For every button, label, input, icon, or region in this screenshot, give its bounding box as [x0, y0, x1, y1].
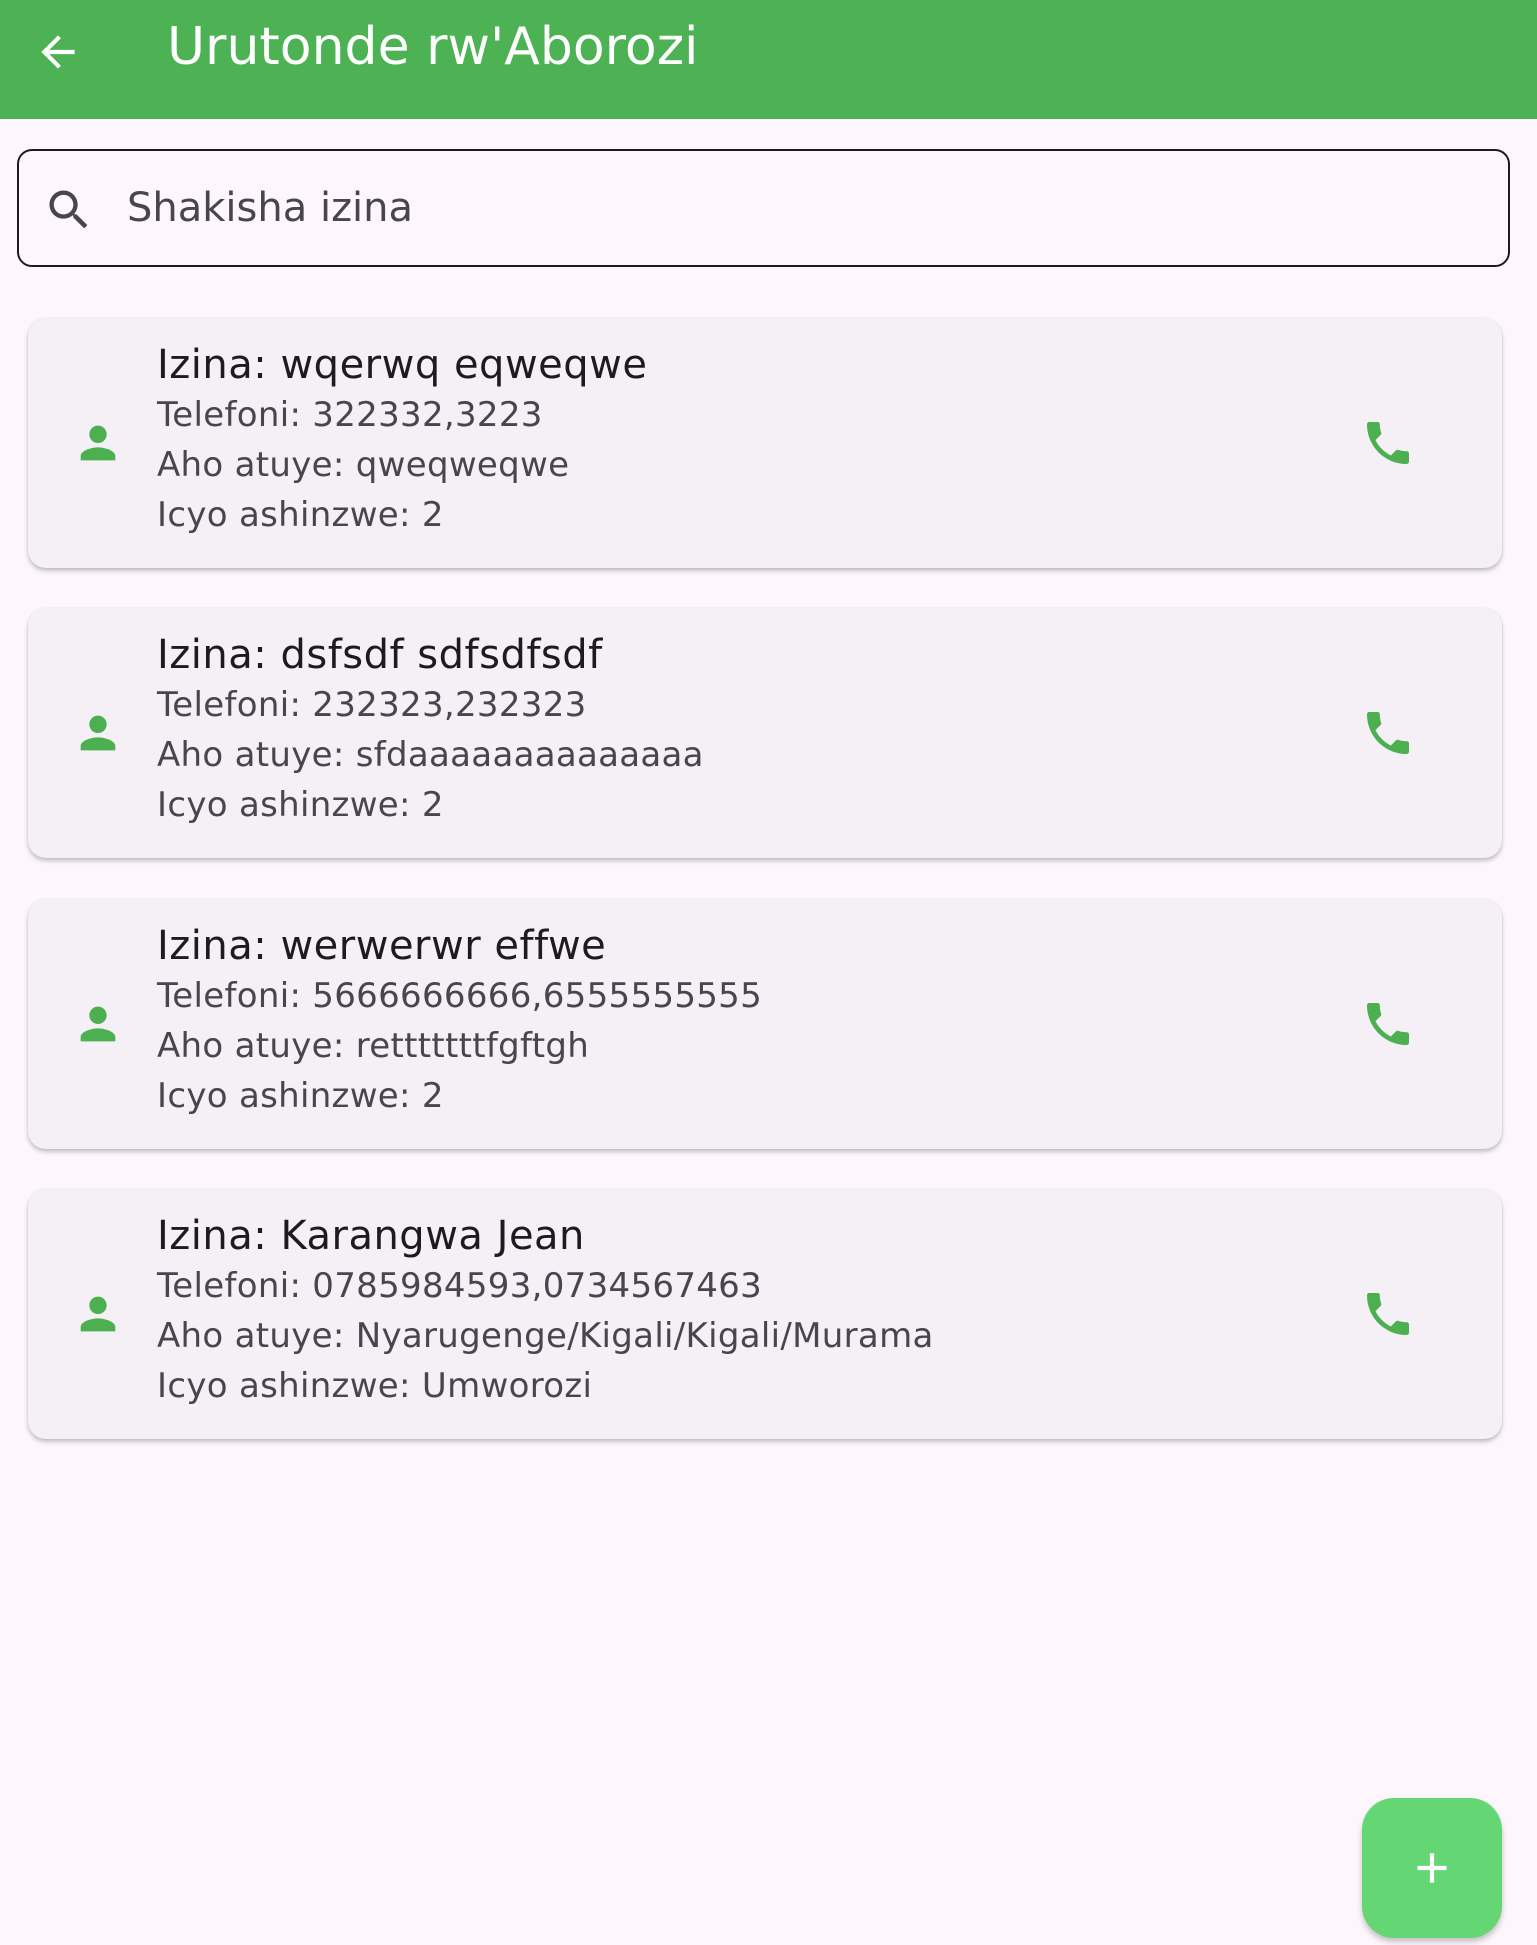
back-button[interactable] — [26, 20, 90, 84]
farmer-location: Aho atuye: Nyarugenge/Kigali/Kigali/Mura… — [157, 1316, 934, 1356]
farmer-phone: Telefoni: 0785984593,0734567463 — [157, 1266, 763, 1306]
call-button[interactable] — [1358, 703, 1418, 763]
farmer-location: Aho atuye: retttttttfgftgh — [157, 1026, 590, 1066]
farmer-name: Izina: wqerwq eqweqwe — [157, 342, 648, 388]
call-button[interactable] — [1358, 413, 1418, 473]
add-farmer-button[interactable] — [1362, 1798, 1502, 1938]
farmer-role: Icyo ashinzwe: Umworozi — [157, 1366, 593, 1406]
person-icon — [80, 715, 116, 751]
arrow-back-icon — [41, 35, 75, 69]
farmer-card[interactable]: Izina: Karangwa Jean Telefoni: 078598459… — [28, 1189, 1502, 1439]
farmer-name: Izina: Karangwa Jean — [157, 1213, 585, 1259]
phone-icon — [1367, 422, 1409, 464]
farmer-card[interactable]: Izina: dsfsdf sdfsdfsdf Telefoni: 232323… — [28, 608, 1502, 858]
farmer-card[interactable]: Izina: werwerwr effwe Telefoni: 56666666… — [28, 899, 1502, 1149]
page-title: Urutonde rw'Aborozi — [167, 17, 699, 77]
farmer-phone: Telefoni: 232323,232323 — [157, 685, 587, 725]
phone-icon — [1367, 1293, 1409, 1335]
plus-icon — [1417, 1853, 1447, 1883]
farmer-name: Izina: werwerwr effwe — [157, 923, 607, 969]
farmer-location: Aho atuye: qweqweqwe — [157, 445, 570, 485]
search-input[interactable] — [127, 151, 1487, 265]
call-button[interactable] — [1358, 1284, 1418, 1344]
farmer-phone: Telefoni: 322332,3223 — [157, 395, 543, 435]
farmer-role: Icyo ashinzwe: 2 — [157, 495, 444, 535]
farmer-name: Izina: dsfsdf sdfsdfsdf — [157, 632, 603, 678]
person-icon — [80, 425, 116, 461]
farmer-card[interactable]: Izina: wqerwq eqweqwe Telefoni: 322332,3… — [28, 318, 1502, 568]
search-field[interactable] — [17, 149, 1510, 267]
person-icon — [80, 1006, 116, 1042]
farmer-location: Aho atuye: sfdaaaaaaaaaaaaaa — [157, 735, 704, 775]
phone-icon — [1367, 712, 1409, 754]
search-icon — [49, 190, 88, 229]
farmer-phone: Telefoni: 5666666666,6555555555 — [157, 976, 763, 1016]
farmer-role: Icyo ashinzwe: 2 — [157, 785, 444, 825]
farmer-role: Icyo ashinzwe: 2 — [157, 1076, 444, 1116]
call-button[interactable] — [1358, 994, 1418, 1054]
phone-icon — [1367, 1003, 1409, 1045]
app-bar: Urutonde rw'Aborozi — [0, 0, 1537, 119]
person-icon — [80, 1296, 116, 1332]
